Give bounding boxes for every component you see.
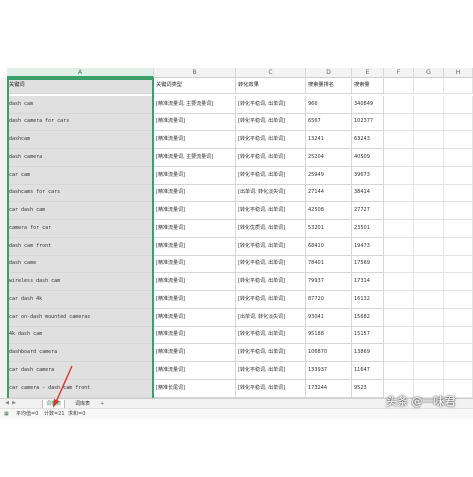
bottom-blank-area xyxy=(0,420,473,477)
watermark: 头条 @一味君 xyxy=(386,395,456,408)
